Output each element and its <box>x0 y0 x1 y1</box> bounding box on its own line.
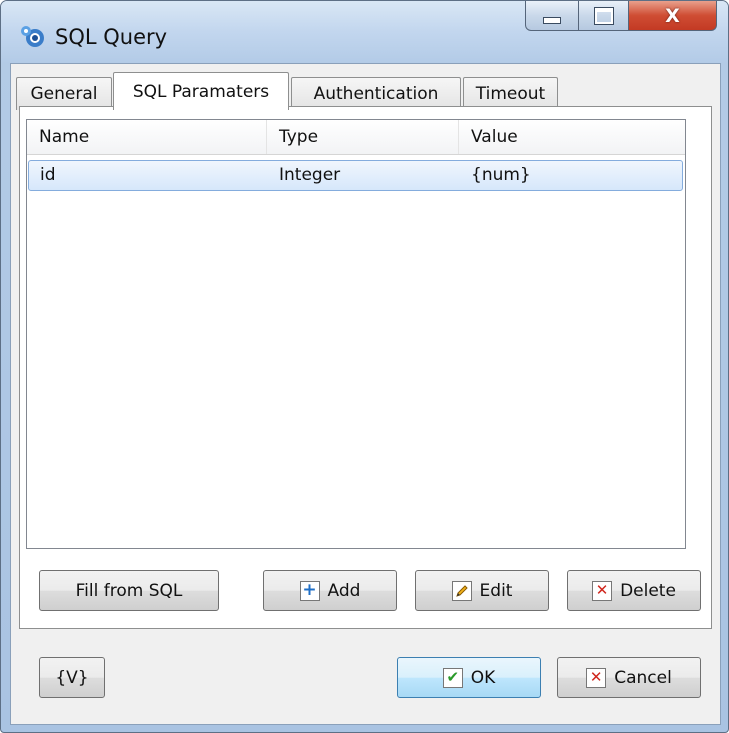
delete-label: Delete <box>620 580 676 601</box>
column-header-value[interactable]: Value <box>459 120 685 154</box>
minimize-button[interactable] <box>525 1 579 31</box>
tab-sql-paramaters[interactable]: SQL Paramaters <box>113 72 289 110</box>
maximize-button[interactable] <box>579 1 629 31</box>
ok-label: OK <box>470 667 496 688</box>
edit-button[interactable]: Edit <box>415 570 549 611</box>
column-header-type[interactable]: Type <box>267 120 459 154</box>
cell-name: id <box>40 165 56 185</box>
title-bar[interactable]: SQL Query X <box>1 1 728 63</box>
caption-buttons: X <box>525 1 717 37</box>
variables-button[interactable]: {V} <box>39 657 105 698</box>
fill-from-sql-button[interactable]: Fill from SQL <box>39 570 219 611</box>
app-icon <box>21 26 44 47</box>
edit-label: Edit <box>479 580 513 601</box>
fill-from-sql-label: Fill from SQL <box>75 580 183 601</box>
check-icon: ✔ <box>442 667 463 688</box>
window-title: SQL Query <box>55 25 168 49</box>
table-row[interactable]: id Integer {num} <box>28 160 683 191</box>
delete-button[interactable]: ✕ Delete <box>567 570 701 611</box>
cell-type: Integer <box>279 165 341 185</box>
sql-query-dialog: SQL Query X General SQL Paramaters Authe… <box>0 0 729 733</box>
ok-button[interactable]: ✔ OK <box>397 657 541 698</box>
close-button[interactable]: X <box>629 1 717 31</box>
cancel-button[interactable]: ✕ Cancel <box>557 657 701 698</box>
maximize-icon <box>593 6 614 25</box>
plus-icon: + <box>299 580 320 601</box>
column-header-name[interactable]: Name <box>27 120 267 154</box>
cell-value: {num} <box>471 165 531 185</box>
cancel-label: Cancel <box>614 667 672 688</box>
close-icon: X <box>665 4 680 27</box>
pencil-icon <box>451 580 472 601</box>
dialog-client-area: General SQL Paramaters Authentication Ti… <box>10 63 721 725</box>
parameters-grid[interactable]: Name Type Value id Integer {num} <box>26 119 686 549</box>
x-icon: ✕ <box>586 667 607 688</box>
add-label: Add <box>327 580 361 601</box>
grid-header: Name Type Value <box>27 120 685 155</box>
variables-label: {V} <box>55 667 89 688</box>
x-icon: ✕ <box>592 580 613 601</box>
minimize-icon <box>543 17 561 24</box>
add-button[interactable]: + Add <box>263 570 397 611</box>
